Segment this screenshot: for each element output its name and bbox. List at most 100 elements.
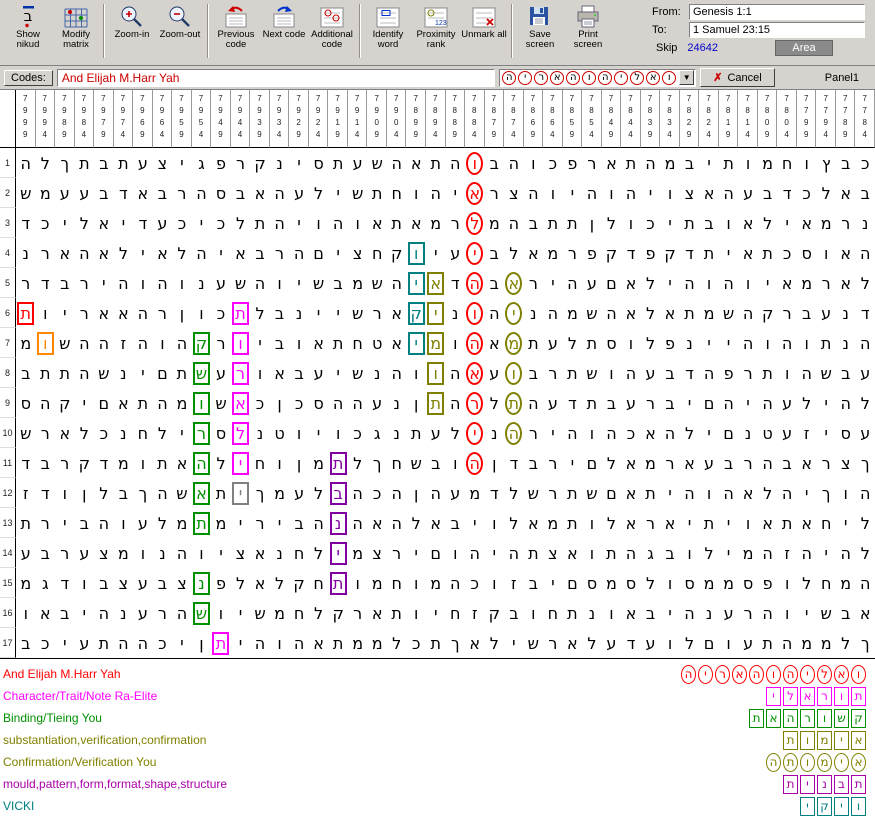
code-word-combo[interactable]: ואליהוהאריה ▼ [499, 68, 697, 87]
matrix-cell[interactable]: ד [504, 448, 524, 478]
matrix-cell[interactable]: י [406, 538, 426, 568]
matrix-cell[interactable]: ד [621, 628, 641, 658]
matrix-cell[interactable]: מ [270, 598, 290, 628]
matrix-cell[interactable]: ו [406, 358, 426, 388]
matrix-cell[interactable]: ר [738, 358, 758, 388]
matrix-cell[interactable]: ע [289, 478, 309, 508]
matrix-cell[interactable]: ז [465, 598, 485, 628]
matrix-cell[interactable]: ס [309, 388, 329, 418]
matrix-cell[interactable]: ל [387, 628, 407, 658]
matrix-cell[interactable]: ת [114, 148, 134, 178]
matrix-cell[interactable]: ת [153, 448, 173, 478]
matrix-cell[interactable]: ח [816, 568, 836, 598]
matrix-cell[interactable]: ר [836, 208, 856, 238]
matrix-cell[interactable]: ה [602, 418, 622, 448]
matrix-cell[interactable]: ס [16, 388, 36, 418]
matrix-cell[interactable]: י [758, 268, 778, 298]
matrix-cell[interactable]: ו [504, 358, 524, 388]
matrix-cell[interactable]: ה [836, 538, 856, 568]
matrix-cell[interactable]: מ [348, 268, 368, 298]
matrix-cell[interactable]: א [504, 268, 524, 298]
matrix-cell[interactable]: א [94, 238, 114, 268]
matrix-cell[interactable]: פ [641, 238, 661, 268]
matrix-cell[interactable]: ע [16, 538, 36, 568]
matrix-cell[interactable]: ה [797, 358, 817, 388]
matrix-cell[interactable]: ת [777, 508, 797, 538]
matrix-cell[interactable]: ה [777, 628, 797, 658]
matrix-cell[interactable]: ח [289, 598, 309, 628]
matrix-cell[interactable]: ת [426, 628, 446, 658]
matrix-cell[interactable]: ש [367, 268, 387, 298]
matrix-cell[interactable]: ד [680, 238, 700, 268]
matrix-cell[interactable]: ל [641, 268, 661, 298]
matrix-cell[interactable]: ו [348, 568, 368, 598]
matrix-cell[interactable]: ה [563, 268, 583, 298]
matrix-cell[interactable]: ל [446, 418, 466, 448]
matrix-cell[interactable]: ל [309, 178, 329, 208]
matrix-cell[interactable]: פ [719, 358, 739, 388]
matrix-cell[interactable]: ת [231, 298, 251, 328]
matrix-cell[interactable]: ת [816, 328, 836, 358]
matrix-cell[interactable]: צ [543, 538, 563, 568]
matrix-cell[interactable]: י [309, 418, 329, 448]
matrix-cell[interactable]: ע [621, 388, 641, 418]
matrix-cell[interactable]: ב [36, 448, 56, 478]
matrix-cell[interactable]: ם [153, 358, 173, 388]
matrix-cell[interactable]: י [660, 268, 680, 298]
matrix-cell[interactable]: צ [94, 538, 114, 568]
matrix-cell[interactable]: ה [758, 598, 778, 628]
matrix-cell[interactable]: ל [36, 148, 56, 178]
matrix-cell[interactable]: מ [426, 568, 446, 598]
matrix-cell[interactable]: מ [699, 568, 719, 598]
matrix-cell[interactable]: מ [348, 538, 368, 568]
matrix-cell[interactable]: י [465, 418, 485, 448]
matrix-cell[interactable]: ה [94, 508, 114, 538]
matrix-cell[interactable]: י [680, 508, 700, 538]
matrix-cell[interactable]: ח [133, 418, 153, 448]
matrix-cell[interactable]: י [816, 538, 836, 568]
area-button[interactable]: Area [775, 40, 833, 56]
matrix-cell[interactable]: ב [524, 208, 544, 238]
matrix-cell[interactable]: ו [465, 148, 485, 178]
matrix-cell[interactable]: נ [699, 598, 719, 628]
matrix-cell[interactable]: ו [816, 238, 836, 268]
matrix-cell[interactable]: ל [680, 418, 700, 448]
matrix-cell[interactable]: ח [309, 568, 329, 598]
matrix-cell[interactable]: ע [816, 298, 836, 328]
matrix-cell[interactable]: י [699, 328, 719, 358]
matrix-cell[interactable]: ה [270, 208, 290, 238]
matrix-cell[interactable]: ר [641, 508, 661, 538]
matrix-cell[interactable]: ה [114, 268, 134, 298]
matrix-cell[interactable]: נ [485, 418, 505, 448]
matrix-cell[interactable]: ת [699, 238, 719, 268]
matrix-cell[interactable]: ת [641, 478, 661, 508]
matrix-cell[interactable]: ב [231, 178, 251, 208]
matrix-cell[interactable]: כ [543, 148, 563, 178]
matrix-cell[interactable]: א [192, 478, 212, 508]
matrix-cell[interactable]: ב [641, 598, 661, 628]
matrix-cell[interactable]: ה [153, 388, 173, 418]
matrix-cell[interactable]: ן [406, 478, 426, 508]
matrix-cell[interactable]: מ [699, 298, 719, 328]
matrix-cell[interactable]: ש [231, 268, 251, 298]
matrix-cell[interactable]: ת [36, 358, 56, 388]
matrix-cell[interactable]: ק [387, 238, 407, 268]
matrix-cell[interactable]: ר [16, 268, 36, 298]
matrix-cell[interactable]: ל [602, 208, 622, 238]
matrix-cell[interactable]: כ [777, 238, 797, 268]
matrix-cell[interactable]: פ [758, 568, 778, 598]
matrix-cell[interactable]: ע [75, 538, 95, 568]
matrix-cell[interactable]: ם [563, 568, 583, 598]
matrix-cell[interactable]: מ [367, 628, 387, 658]
matrix-cell[interactable]: ס [602, 328, 622, 358]
matrix-cell[interactable]: י [328, 538, 348, 568]
matrix-cell[interactable]: ג [192, 148, 212, 178]
matrix-cell[interactable]: ו [406, 598, 426, 628]
matrix-cell[interactable]: ו [582, 418, 602, 448]
matrix-cell[interactable]: ל [699, 538, 719, 568]
matrix-cell[interactable]: י [55, 208, 75, 238]
matrix-cell[interactable]: ו [543, 178, 563, 208]
matrix-cell[interactable]: מ [641, 448, 661, 478]
matrix-cell[interactable]: ת [211, 628, 231, 658]
matrix-cell[interactable]: ר [153, 598, 173, 628]
